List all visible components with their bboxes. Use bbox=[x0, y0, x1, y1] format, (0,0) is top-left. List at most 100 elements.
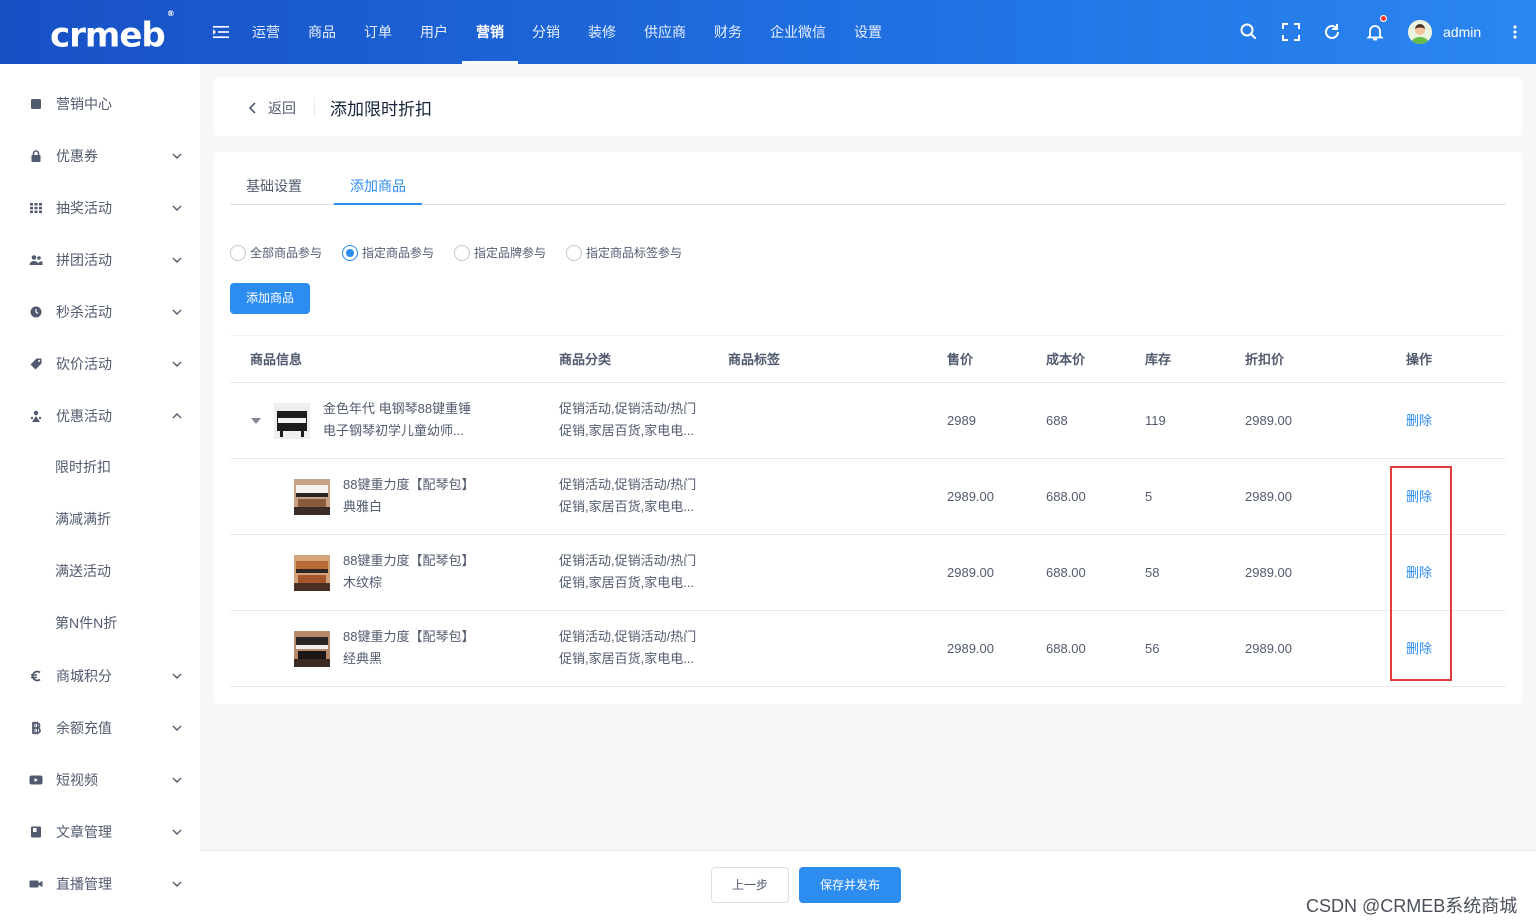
radio-all-products[interactable]: 全部商品参与 bbox=[230, 244, 322, 261]
sidebar-item-promotions[interactable]: 优惠活动 bbox=[0, 390, 200, 442]
sidebar-item-limited-discount[interactable]: 限时折扣 bbox=[0, 441, 200, 493]
sidebar-item-group-buy[interactable]: 拼团活动 bbox=[0, 234, 200, 286]
nav-users[interactable]: 用户 bbox=[406, 0, 462, 64]
more-vertical-icon[interactable] bbox=[1507, 22, 1523, 42]
radio-specified-tags[interactable]: 指定商品标签参与 bbox=[566, 244, 682, 261]
product-stock: 5 bbox=[1145, 489, 1153, 504]
sidebar-item-short-video[interactable]: 短视频 bbox=[0, 754, 200, 806]
nav-settings[interactable]: 设置 bbox=[840, 0, 896, 64]
avatar[interactable] bbox=[1408, 20, 1432, 44]
sku-name: 88键重力度【配琴包】 木纹棕 bbox=[343, 553, 475, 590]
product-price: 2989.00 bbox=[947, 565, 994, 580]
chevron-down-icon bbox=[172, 881, 182, 887]
crmeb-logo[interactable]: crmeb® bbox=[50, 9, 175, 55]
previous-step-button[interactable]: 上一步 bbox=[711, 867, 789, 903]
header-product-info: 商品信息 bbox=[250, 352, 303, 367]
chevron-down-icon bbox=[172, 361, 182, 367]
radio-circle bbox=[342, 244, 358, 261]
product-thumbnail[interactable] bbox=[274, 403, 310, 439]
discount-icon bbox=[30, 410, 42, 422]
product-category: 促销活动,促销活动/热门 促销,家居百货,家电电... bbox=[559, 477, 697, 514]
header-price: 售价 bbox=[947, 352, 974, 367]
nav-wecom[interactable]: 企业微信 bbox=[756, 0, 840, 64]
table-row: 88键重力度【配琴包】 木纹棕 促销活动,促销活动/热门 促销,家居百货,家电电..… bbox=[230, 535, 1506, 611]
radio-label: 全部商品参与 bbox=[250, 246, 323, 260]
product-price: 2989.00 bbox=[947, 641, 994, 656]
nav-operations[interactable]: 运营 bbox=[238, 0, 294, 64]
top-nav: 运营 商品 订单 用户 营销 分销 装修 供应商 财务 企业微信 设置 bbox=[238, 0, 896, 64]
marketing-icon bbox=[31, 99, 41, 109]
nav-marketing[interactable]: 营销 bbox=[462, 0, 518, 64]
chevron-down-icon bbox=[172, 309, 182, 315]
sidebar-item-points[interactable]: 商城积分 bbox=[0, 650, 200, 702]
chevron-down-icon bbox=[172, 153, 182, 159]
divider bbox=[314, 97, 315, 117]
tab-basic-settings[interactable]: 基础设置 bbox=[246, 169, 302, 205]
expand-caret-icon[interactable] bbox=[250, 416, 262, 426]
save-publish-button[interactable]: 保存并发布 bbox=[799, 867, 901, 903]
search-icon[interactable] bbox=[1239, 22, 1259, 42]
sidebar-item-full-reduction[interactable]: 满减满折 bbox=[0, 493, 200, 545]
nav-suppliers[interactable]: 供应商 bbox=[630, 0, 700, 64]
nav-distribution[interactable]: 分销 bbox=[518, 0, 574, 64]
product-cost: 688.00 bbox=[1046, 641, 1086, 656]
sidebar-item-marketing-center[interactable]: 营销中心 bbox=[0, 78, 200, 130]
radio-circle bbox=[230, 244, 246, 261]
watermark: CSDN @CRMEB系统商城 bbox=[1306, 896, 1518, 916]
product-discount-price: 2989.00 bbox=[1245, 565, 1292, 580]
product-category: 促销活动,促销活动/热门 促销,家居百货,家电电... bbox=[559, 629, 697, 666]
euro-icon bbox=[31, 670, 41, 682]
bitcoin-icon bbox=[32, 721, 41, 735]
back-link[interactable]: 返回 bbox=[248, 98, 296, 118]
radio-label: 指定品牌参与 bbox=[474, 246, 547, 260]
sidebar-item-nth-item-discount[interactable]: 第N件N折 bbox=[0, 597, 200, 649]
sidebar-item-articles[interactable]: 文章管理 bbox=[0, 806, 200, 858]
sidebar-item-lottery[interactable]: 抽奖活动 bbox=[0, 182, 200, 234]
header-stock: 库存 bbox=[1145, 352, 1172, 367]
product-cost: 688.00 bbox=[1046, 565, 1086, 580]
sidebar-item-recharge[interactable]: 余额充值 bbox=[0, 702, 200, 754]
product-discount-price: 2989.00 bbox=[1245, 489, 1292, 504]
page-title: 添加限时折扣 bbox=[330, 100, 432, 119]
product-stock: 56 bbox=[1145, 641, 1160, 656]
table-row: 88键重力度【配琴包】 典雅白 促销活动,促销活动/热门 促销,家居百货,家电电..… bbox=[230, 459, 1506, 535]
header-cost: 成本价 bbox=[1046, 352, 1086, 367]
group-icon bbox=[29, 255, 43, 265]
tab-add-products[interactable]: 添加商品 bbox=[334, 169, 422, 205]
nav-decoration[interactable]: 装修 bbox=[574, 0, 630, 64]
sidebar-item-bargain[interactable]: 砍价活动 bbox=[0, 338, 200, 390]
sidebar-item-flash-sale[interactable]: 秒杀活动 bbox=[0, 286, 200, 338]
refresh-icon[interactable] bbox=[1322, 22, 1342, 42]
radio-specified-products[interactable]: 指定商品参与 bbox=[342, 244, 434, 261]
sku-thumbnail[interactable] bbox=[294, 479, 330, 515]
chevron-up-icon bbox=[172, 413, 182, 419]
sidebar-item-full-gift[interactable]: 满送活动 bbox=[0, 545, 200, 597]
radio-label: 指定商品参与 bbox=[362, 246, 435, 260]
nav-finance[interactable]: 财务 bbox=[700, 0, 756, 64]
chevron-down-icon bbox=[172, 777, 182, 783]
sidebar-item-live[interactable]: 直播管理 bbox=[0, 858, 200, 910]
nav-orders[interactable]: 订单 bbox=[350, 0, 406, 64]
product-category: 促销活动,促销活动/热门 促销,家居百货,家电电... bbox=[559, 401, 697, 438]
product-discount-price: 2989.00 bbox=[1245, 413, 1292, 428]
sku-thumbnail[interactable] bbox=[294, 631, 330, 667]
sku-thumbnail[interactable] bbox=[294, 555, 330, 591]
video-icon bbox=[29, 775, 43, 785]
grid-icon bbox=[30, 203, 42, 214]
table-header: 商品信息 商品分类 商品标签 售价 成本价 库存 折扣价 操作 bbox=[230, 335, 1506, 383]
clock-icon bbox=[30, 306, 42, 318]
username[interactable]: admin bbox=[1443, 0, 1481, 64]
add-product-button[interactable]: 添加商品 bbox=[230, 283, 310, 314]
sidebar-item-coupons[interactable]: 优惠券 bbox=[0, 130, 200, 182]
bell-icon[interactable] bbox=[1365, 22, 1385, 42]
fullscreen-icon[interactable] bbox=[1281, 22, 1301, 42]
product-category: 促销活动,促销活动/热门 促销,家居百货,家电电... bbox=[559, 553, 697, 590]
sidebar: 营销中心 优惠券 抽奖活动 拼团活动 秒杀活动 砍价活动 优惠活动 限时折扣 满… bbox=[0, 64, 200, 923]
delete-link[interactable]: 删除 bbox=[1406, 383, 1432, 459]
product-cost: 688 bbox=[1046, 413, 1068, 428]
chevron-down-icon bbox=[172, 205, 182, 211]
product-stock: 119 bbox=[1145, 413, 1166, 428]
radio-specified-brands[interactable]: 指定品牌参与 bbox=[454, 244, 546, 261]
menu-collapse-icon[interactable] bbox=[213, 24, 229, 40]
nav-products[interactable]: 商品 bbox=[294, 0, 350, 64]
